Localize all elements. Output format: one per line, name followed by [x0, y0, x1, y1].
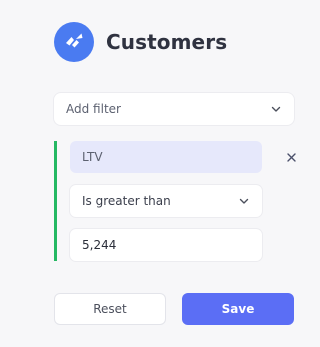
page-header: Customers — [54, 22, 227, 62]
app-logo-icon — [54, 22, 94, 62]
add-filter-label: Add filter — [66, 102, 121, 116]
save-button[interactable]: Save — [182, 293, 294, 325]
chevron-down-icon — [238, 192, 250, 211]
page-title: Customers — [106, 30, 228, 54]
filter-value-input[interactable] — [70, 229, 262, 261]
filter-accent-bar — [54, 141, 57, 261]
filter-operator-dropdown[interactable]: Is greater than — [70, 185, 262, 217]
close-icon[interactable] — [284, 150, 298, 164]
chevron-down-icon — [270, 100, 282, 119]
filter-field-select[interactable]: LTV — [70, 141, 262, 173]
filter-rule: LTV Is greater than — [54, 141, 304, 261]
filter-operator-label: Is greater than — [82, 194, 171, 208]
add-filter-dropdown[interactable]: Add filter — [54, 93, 294, 125]
reset-button[interactable]: Reset — [54, 293, 166, 325]
